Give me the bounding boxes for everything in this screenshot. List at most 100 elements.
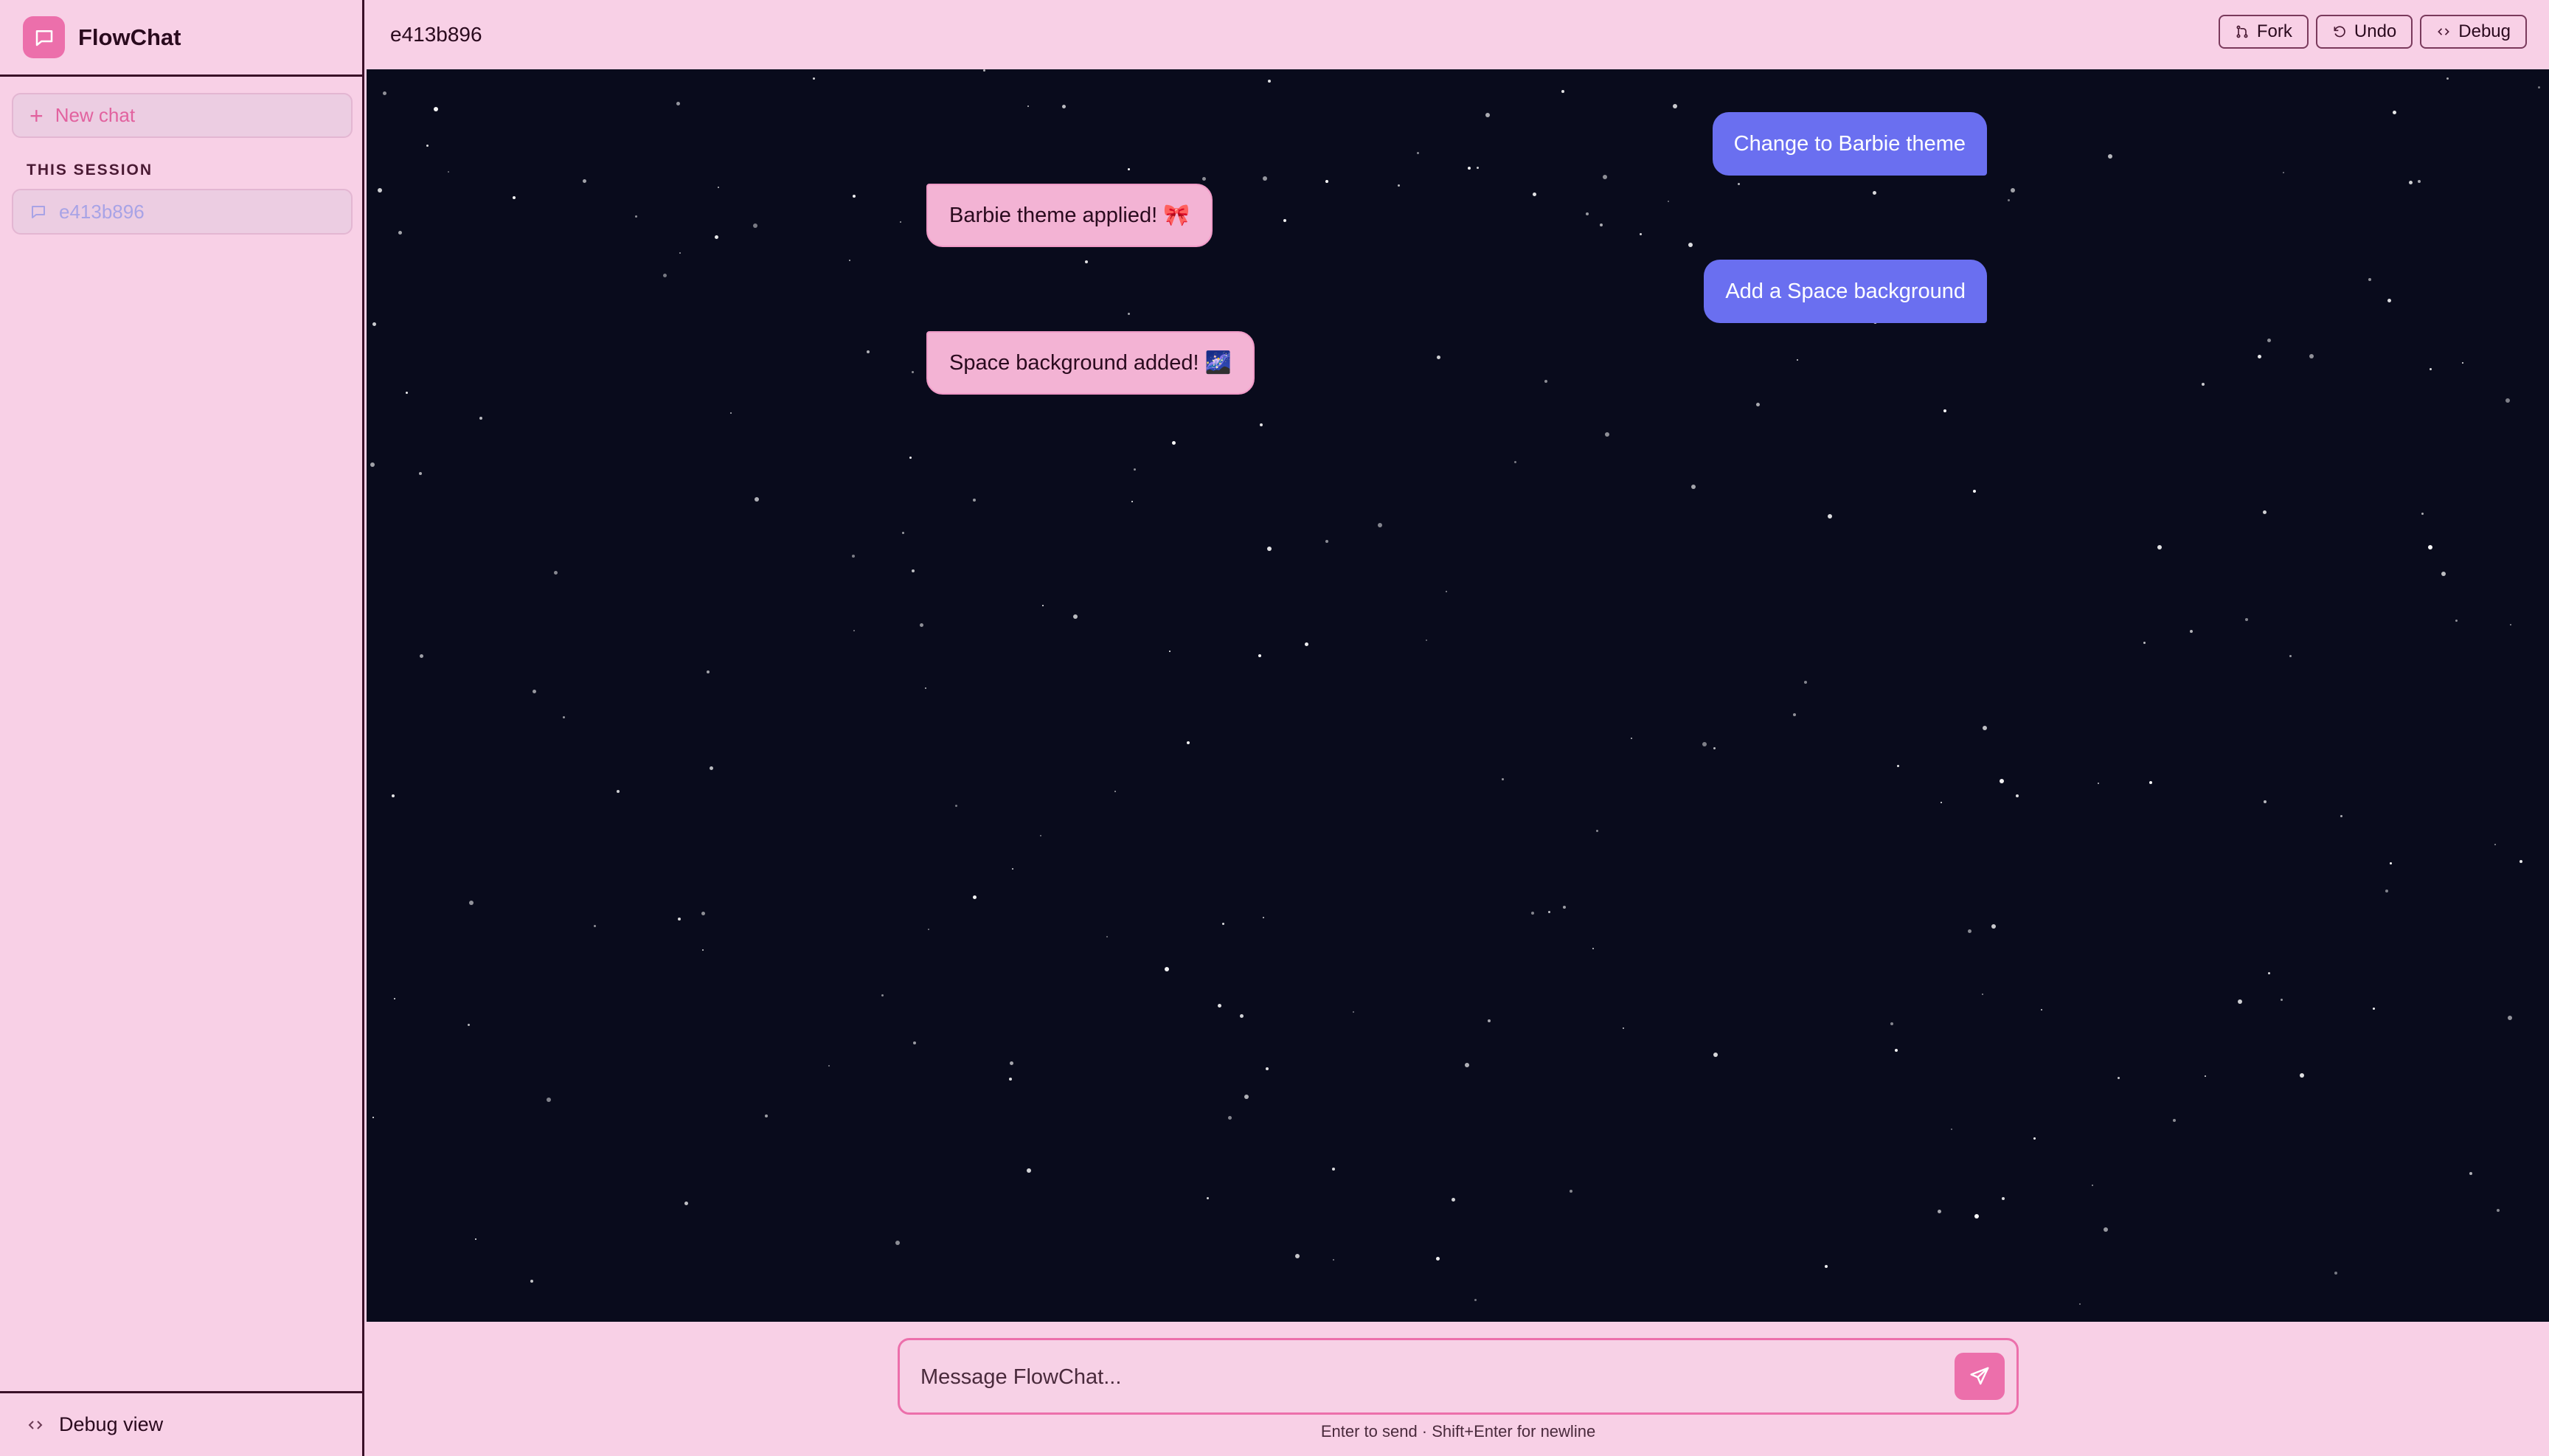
star-decoration — [2108, 154, 2112, 159]
star-decoration — [1514, 461, 1516, 463]
star-decoration — [1640, 233, 1642, 235]
star-decoration — [849, 260, 850, 261]
star-decoration — [372, 322, 376, 326]
debug-view-button[interactable]: Debug view — [0, 1391, 364, 1456]
star-decoration — [583, 179, 586, 183]
assistant-message: Barbie theme applied! 🎀 — [926, 184, 1213, 247]
star-decoration — [2385, 890, 2388, 892]
star-decoration — [394, 998, 395, 999]
chat-header: e413b896 Fork Undo Debug — [367, 0, 2549, 69]
new-chat-button[interactable]: + New chat — [12, 93, 353, 138]
star-decoration — [1172, 441, 1176, 445]
star-decoration — [2494, 844, 2496, 845]
star-decoration — [1895, 1049, 1898, 1052]
star-decoration — [533, 690, 536, 693]
star-decoration — [1991, 924, 1996, 929]
star-decoration — [1600, 223, 1603, 226]
star-decoration — [2238, 999, 2242, 1004]
star-decoration — [1295, 1254, 1300, 1258]
star-decoration — [828, 1065, 830, 1067]
star-decoration — [2258, 355, 2261, 358]
star-decoration — [1488, 1019, 1491, 1022]
star-decoration — [1073, 614, 1078, 619]
star-decoration — [1222, 923, 1224, 925]
composer — [898, 1338, 2019, 1415]
send-icon — [1969, 1365, 1991, 1387]
composer-area: Enter to send · Shift+Enter for newline — [367, 1322, 2549, 1456]
star-decoration — [468, 1024, 470, 1026]
star-decoration — [1128, 168, 1130, 170]
star-decoration — [1702, 742, 1707, 746]
star-decoration — [2300, 1073, 2304, 1078]
message-input[interactable] — [920, 1355, 1924, 1399]
star-decoration — [1596, 830, 1598, 832]
star-decoration — [2011, 188, 2015, 193]
star-decoration — [1010, 1061, 1013, 1065]
star-decoration — [1951, 1129, 1952, 1130]
star-decoration — [1570, 1190, 1572, 1193]
fork-button[interactable]: Fork — [2218, 15, 2309, 49]
star-decoration — [2393, 111, 2396, 114]
star-decoration — [928, 929, 929, 930]
star-decoration — [547, 1098, 551, 1102]
star-decoration — [853, 195, 856, 198]
plus-icon: + — [30, 102, 44, 129]
star-decoration — [1668, 201, 1669, 202]
star-decoration — [2455, 620, 2458, 622]
star-decoration — [2334, 1272, 2337, 1275]
star-decoration — [1218, 1004, 1221, 1008]
star-decoration — [1207, 1197, 1209, 1199]
star-decoration — [530, 1280, 533, 1283]
star-decoration — [2409, 181, 2413, 184]
star-decoration — [2505, 398, 2510, 403]
star-decoration — [707, 670, 710, 673]
star-decoration — [1941, 802, 1942, 803]
star-decoration — [1114, 791, 1116, 792]
star-decoration — [1426, 639, 1427, 641]
star-decoration — [881, 994, 884, 996]
star-decoration — [2143, 642, 2146, 644]
star-decoration — [1974, 1214, 1979, 1218]
star-decoration — [1631, 738, 1632, 739]
star-decoration — [755, 497, 759, 502]
star-decoration — [2430, 368, 2432, 370]
star-decoration — [1938, 1210, 1941, 1213]
undo-button[interactable]: Undo — [2315, 15, 2413, 49]
star-decoration — [1131, 501, 1133, 502]
debug-button[interactable]: Debug — [2420, 15, 2527, 49]
star-decoration — [1240, 1014, 1244, 1018]
star-decoration — [2263, 510, 2267, 514]
section-label: THIS SESSION — [27, 162, 153, 178]
star-decoration — [1713, 747, 1716, 749]
star-decoration — [1258, 654, 1261, 657]
star-decoration — [1333, 1259, 1334, 1261]
star-decoration — [406, 392, 408, 394]
send-button[interactable] — [1955, 1353, 2005, 1400]
star-decoration — [2104, 1227, 2108, 1232]
star-decoration — [1544, 380, 1547, 383]
star-decoration — [448, 171, 449, 173]
sidebar-item-session[interactable]: e413b896 — [12, 189, 353, 235]
star-decoration — [1187, 741, 1190, 744]
message-area[interactable]: Change to Barbie theme Barbie theme appl… — [367, 69, 2549, 1322]
star-decoration — [1353, 1011, 1354, 1013]
star-decoration — [469, 901, 474, 905]
star-decoration — [2041, 1009, 2042, 1010]
star-decoration — [2373, 1008, 2375, 1010]
star-decoration — [2519, 860, 2522, 863]
star-decoration — [2157, 545, 2162, 550]
star-decoration — [900, 221, 901, 223]
star-decoration — [617, 790, 620, 793]
star-decoration — [679, 252, 681, 254]
star-decoration — [1548, 911, 1550, 913]
star-decoration — [2538, 86, 2540, 89]
star-decoration — [1398, 184, 1400, 187]
star-decoration — [1446, 591, 1447, 592]
star-decoration — [1040, 835, 1041, 836]
star-decoration — [1477, 167, 1479, 169]
star-decoration — [1793, 713, 1796, 716]
star-decoration — [1263, 917, 1264, 918]
star-decoration — [718, 187, 719, 188]
star-decoration — [813, 77, 815, 80]
star-decoration — [852, 555, 855, 558]
